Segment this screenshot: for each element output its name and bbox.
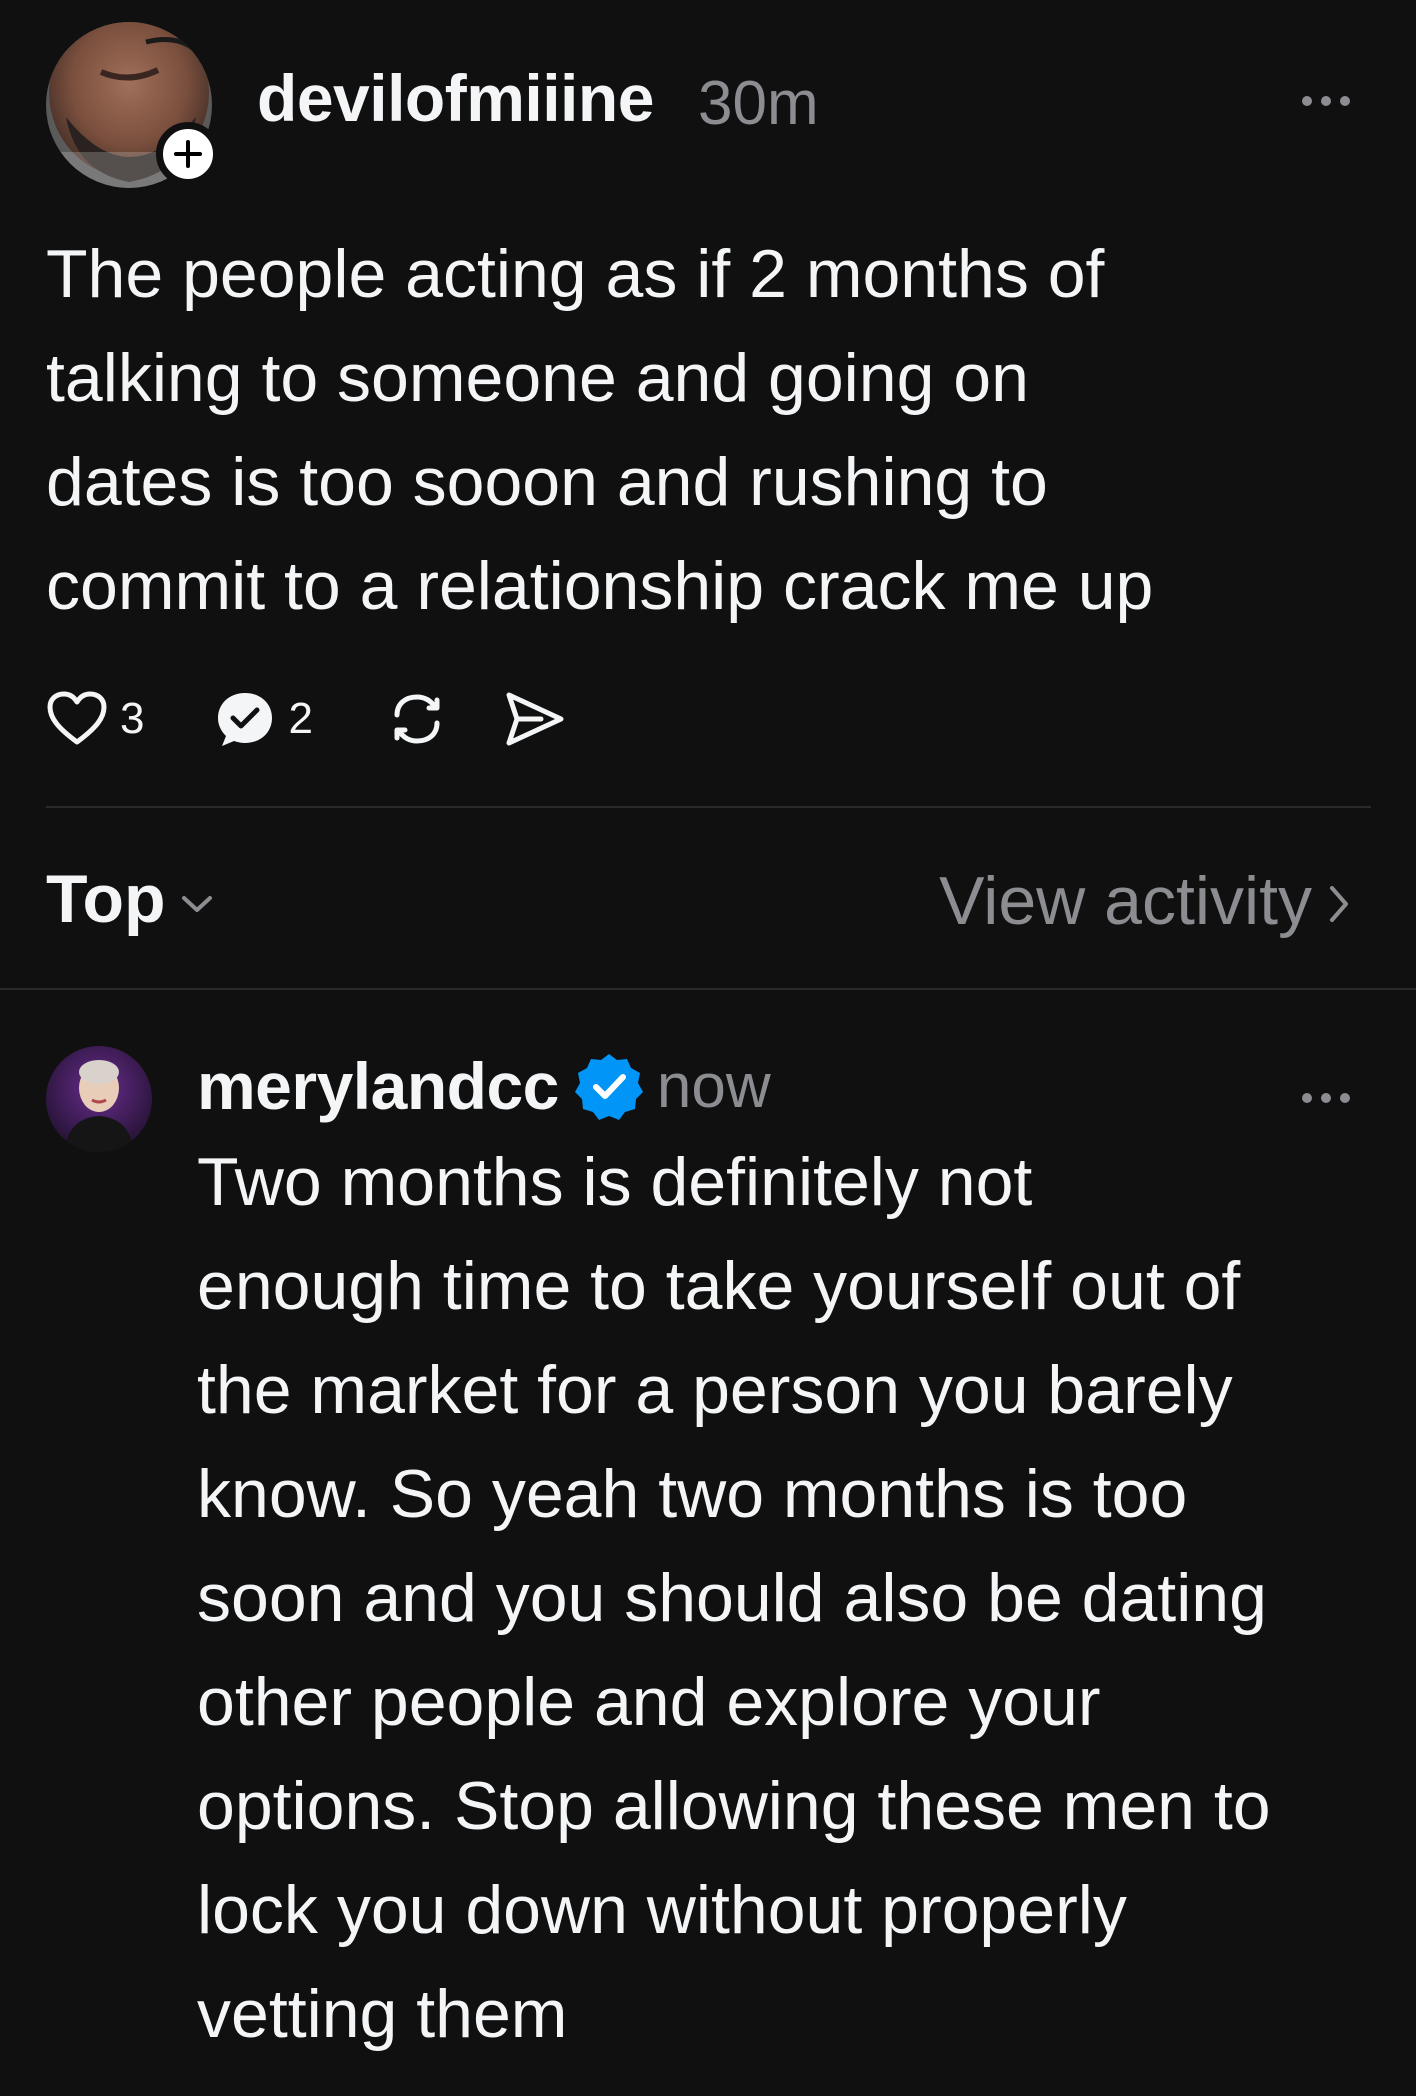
sort-dropdown[interactable]: Top — [46, 860, 214, 938]
send-icon — [506, 692, 564, 746]
view-activity-label: View activity — [939, 863, 1312, 939]
sort-label: Top — [46, 861, 166, 937]
repost-icon — [394, 694, 440, 744]
reply-post: merylandcc now Two months is definitely … — [0, 990, 1416, 2096]
more-horizontal-icon — [1302, 96, 1350, 106]
reply-button[interactable]: 2 — [214, 689, 313, 749]
repost-button[interactable] — [385, 687, 449, 751]
post-author-avatar[interactable] — [46, 22, 220, 188]
thread-post: devilofmiiine 30m The people acting as i… — [0, 0, 1416, 805]
reply-bubble-check-icon — [218, 693, 273, 746]
share-button[interactable] — [501, 689, 567, 749]
like-button[interactable]: 3 — [46, 690, 144, 748]
replies-sort-bar: Top View activity — [0, 808, 1416, 990]
post-timestamp: 30m — [698, 69, 819, 138]
post-text: The people acting as if 2 months of talk… — [46, 236, 1154, 624]
post-actions: 3 2 — [46, 684, 567, 754]
heart-icon — [47, 691, 107, 745]
reply-header: merylandcc now — [197, 1048, 771, 1124]
post-author-username[interactable]: devilofmiiine — [257, 60, 654, 136]
reply-text: Two months is definitely not enough time… — [197, 1144, 1271, 2052]
chevron-down-icon — [181, 896, 212, 912]
chevron-right-icon — [1330, 886, 1348, 922]
more-horizontal-icon — [1302, 1093, 1350, 1103]
post-more-button[interactable] — [1296, 78, 1356, 124]
plus-icon — [174, 140, 202, 168]
follow-button[interactable] — [156, 122, 220, 186]
reply-author-avatar[interactable] — [46, 1046, 152, 1152]
reply-count: 2 — [288, 694, 313, 743]
view-activity-link[interactable]: View activity — [939, 862, 1350, 940]
reply-author-username[interactable]: merylandcc — [197, 1048, 559, 1124]
like-count: 3 — [120, 694, 145, 743]
reply-more-button[interactable] — [1296, 1078, 1356, 1118]
reply-timestamp: now — [656, 1051, 771, 1121]
verified-badge-icon — [574, 1054, 643, 1120]
